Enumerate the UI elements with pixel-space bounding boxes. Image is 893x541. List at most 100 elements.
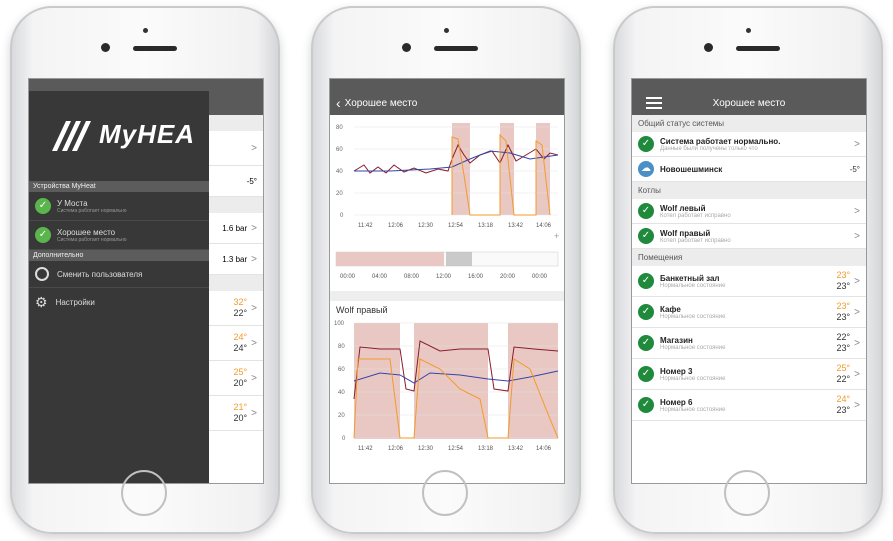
chevron-right-icon: > [854,337,860,349]
svg-text:40: 40 [338,390,345,396]
system-status-row[interactable]: ✓ Система работает нормально. Данные были… [632,132,866,157]
svg-text:13:18: 13:18 [478,223,494,229]
chevron-right-icon: > [854,230,860,242]
screen-2: ‹ Хорошее место 80 60 40 20 0 11:42 12:0… [329,78,565,484]
camera [704,43,713,52]
check-icon: ✓ [638,203,654,219]
svg-text:0: 0 [340,213,344,219]
navbar: Хорошее место [632,91,866,115]
weather-row[interactable]: ☁ Новошешминск -5° [632,157,866,182]
check-icon: ✓ [638,335,654,351]
home-button[interactable] [422,470,468,516]
svg-text:00:00: 00:00 [340,274,356,280]
check-icon: ✓ [638,304,654,320]
camera [402,43,411,52]
myheat-logo: MyHEAT [29,91,209,181]
check-icon: ✓ [638,397,654,413]
settings-item[interactable]: ⚙ Настройки [29,288,209,317]
chevron-right-icon: > [854,399,860,411]
device-item-khoroshee-mesto[interactable]: ✓ Хорошее место Система работает нормальн… [29,221,209,250]
svg-text:14:06: 14:06 [536,223,552,229]
room-row[interactable]: ✓ Магазин Нормальное состояние 22° 23° > [632,328,866,359]
rooms-section-header: Помещения [632,249,866,266]
room-row[interactable]: ✓ Кафе Нормальное состояние 23° 23° > [632,297,866,328]
svg-text:12:06: 12:06 [388,223,404,229]
speaker [133,46,177,51]
check-icon: ✓ [35,198,51,214]
phone-2: ‹ Хорошее место 80 60 40 20 0 11:42 12:0… [311,6,581,534]
nav-title: Хорошее место [712,97,786,109]
svg-text:80: 80 [336,125,343,131]
speaker [434,46,478,51]
chevron-right-icon: > [854,205,860,217]
navbar: ‹ Хорошее место [330,91,564,115]
user-switch-icon [35,267,49,281]
chevron-right-icon: > [854,306,860,318]
svg-text:08:00: 08:00 [404,274,420,280]
check-icon: ✓ [638,273,654,289]
svg-text:13:42: 13:42 [508,446,524,452]
screen-3: Хорошее место Общий статус системы ✓ Сис… [631,78,867,484]
status-section-header: Общий статус системы [632,115,866,132]
check-icon: ✓ [638,136,654,152]
nav-title: Хорошее место [344,97,418,109]
side-drawer: MyHEAT Устройства MyHeat ✓ У МостаСистем… [29,91,209,483]
timeline-navigator[interactable]: 00:00 04:00 08:00 12:00 16:00 20:00 00:0… [330,250,564,286]
svg-text:40: 40 [336,169,343,175]
svg-text:13:42: 13:42 [508,223,524,229]
svg-text:11:42: 11:42 [358,446,373,452]
home-button[interactable] [121,470,167,516]
menu-icon[interactable] [646,97,662,109]
check-icon: ✓ [35,227,51,243]
svg-text:04:00: 04:00 [372,274,388,280]
gear-icon: ⚙ [35,294,48,310]
svg-text:80: 80 [338,344,345,350]
range-selector[interactable] [446,252,472,266]
svg-text:0: 0 [342,436,346,442]
svg-text:20:00: 20:00 [500,274,516,280]
svg-text:12:00: 12:00 [436,274,452,280]
extra-header: Дополнительно [29,250,209,261]
svg-text:12:54: 12:54 [448,446,464,452]
device-item-u-mosta[interactable]: ✓ У Моста Система работает нормально [29,192,209,221]
boiler-chart: 100 80 60 40 20 0 11:42 12:06 12:30 12:5… [334,321,559,452]
svg-text:20: 20 [336,191,343,197]
boilers-section-header: Котлы [632,182,866,199]
chevron-right-icon: > [854,138,860,150]
check-icon: ✓ [638,366,654,382]
svg-text:12:54: 12:54 [448,223,464,229]
svg-text:13:18: 13:18 [478,446,494,452]
boiler-row[interactable]: ✓ Wolf левый Котел работает исправно > [632,199,866,224]
back-chevron-icon[interactable]: ‹ [330,95,345,111]
svg-text:MyHEAT: MyHEAT [99,119,194,149]
boiler-row[interactable]: ✓ Wolf правый Котел работает исправно > [632,224,866,249]
svg-text:14:06: 14:06 [536,446,552,452]
phone-3: Хорошее место Общий статус системы ✓ Сис… [613,6,883,534]
svg-text:12:06: 12:06 [388,446,404,452]
phone-1: > -5° 1.6 bar > 1.3 bar > 32° 22° > 24° 24° > … [10,6,280,534]
svg-text:00:00: 00:00 [532,274,548,280]
home-button[interactable] [724,470,770,516]
speaker [736,46,780,51]
room-row[interactable]: ✓ Банкетный зал Нормальное состояние 23° 2… [632,266,866,297]
chevron-right-icon: > [854,368,860,380]
svg-text:20: 20 [338,413,345,419]
camera [101,43,110,52]
svg-text:16:00: 16:00 [468,274,484,280]
svg-text:100: 100 [334,321,345,327]
svg-text:60: 60 [336,147,343,153]
chart2-title: Wolf правый [336,305,388,315]
change-user-item[interactable]: Сменить пользователя [29,261,209,288]
zoom-plus-icon[interactable]: + [554,231,559,241]
room-row[interactable]: ✓ Номер 6 Нормальное состояние 24° 23° > [632,390,866,421]
svg-text:12:30: 12:30 [418,446,434,452]
check-icon: ✓ [638,228,654,244]
svg-text:11:42: 11:42 [358,223,373,229]
weather-cloud-icon: ☁ [638,161,654,177]
temperature-chart: 80 60 40 20 0 11:42 12:06 12:30 12:54 13… [336,123,559,241]
svg-text:12:30: 12:30 [418,223,434,229]
svg-text:60: 60 [338,367,345,373]
room-row[interactable]: ✓ Номер 3 Нормальное состояние 25° 22° > [632,359,866,390]
screen-1: > -5° 1.6 bar > 1.3 bar > 32° 22° > 24° 24° > … [28,78,264,484]
chevron-right-icon: > [854,275,860,287]
